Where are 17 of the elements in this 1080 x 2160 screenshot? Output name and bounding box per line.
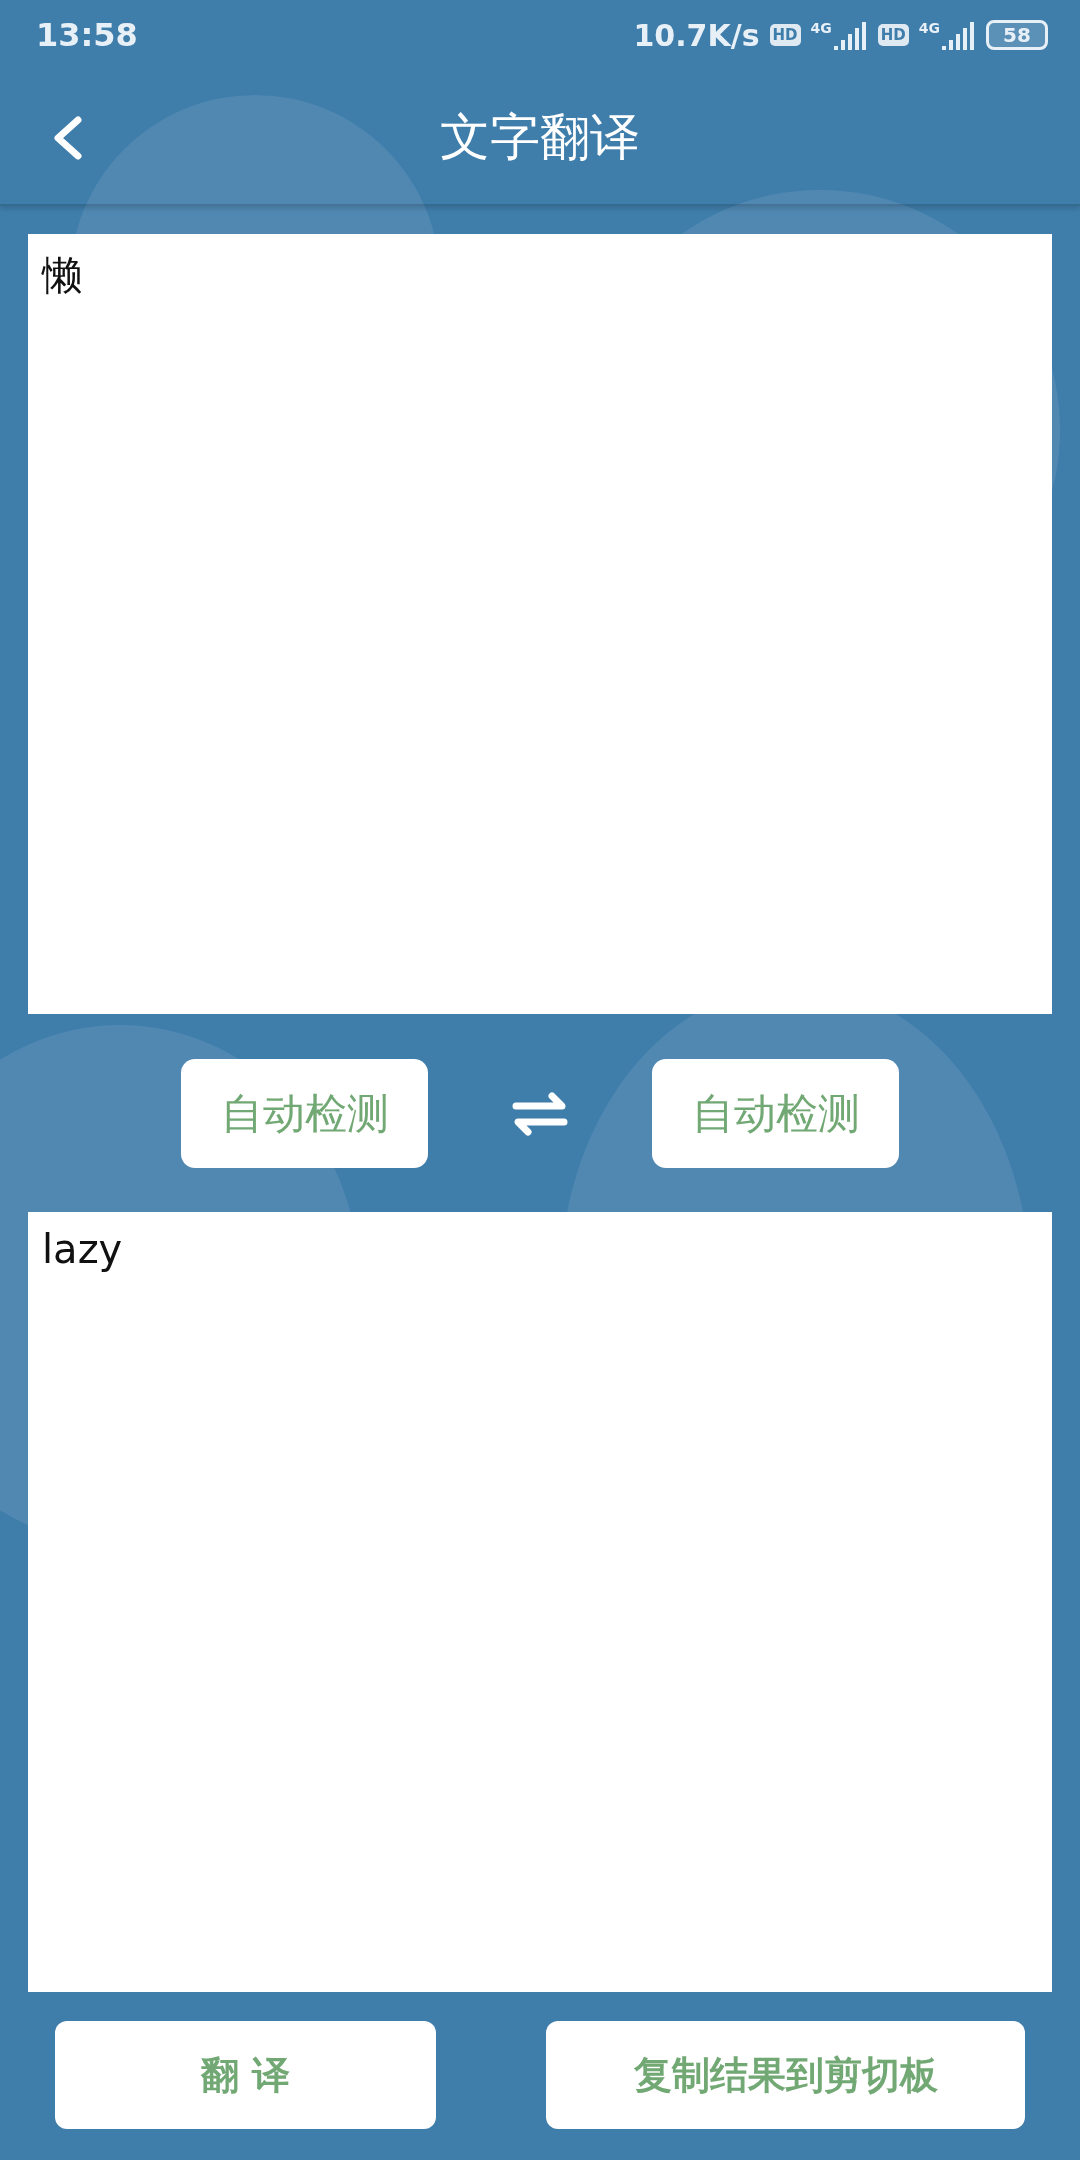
target-language-button[interactable]: 自动检测: [652, 1059, 899, 1168]
hd-badge: HD: [877, 24, 909, 46]
network-speed: 10.7K/s: [633, 17, 760, 53]
signal-icon: [942, 20, 976, 50]
signal-icon: [833, 20, 868, 50]
screen-title: 文字翻译: [440, 106, 640, 168]
source-text-field[interactable]: 懒: [28, 234, 1052, 1014]
copy-result-button[interactable]: 复制结果到剪切板: [546, 2021, 1025, 2129]
source-language-button[interactable]: 自动检测: [181, 1059, 428, 1168]
result-text-field[interactable]: lazy: [28, 1212, 1052, 1992]
network-type: 4G: [810, 20, 832, 36]
network-type: 4G: [918, 20, 940, 36]
status-time: 13:58: [36, 16, 138, 54]
hd-badge: HD: [769, 24, 801, 46]
battery-indicator: 58: [986, 20, 1048, 50]
translate-button[interactable]: 翻 译: [55, 2021, 436, 2129]
swap-icon[interactable]: [512, 1091, 568, 1136]
